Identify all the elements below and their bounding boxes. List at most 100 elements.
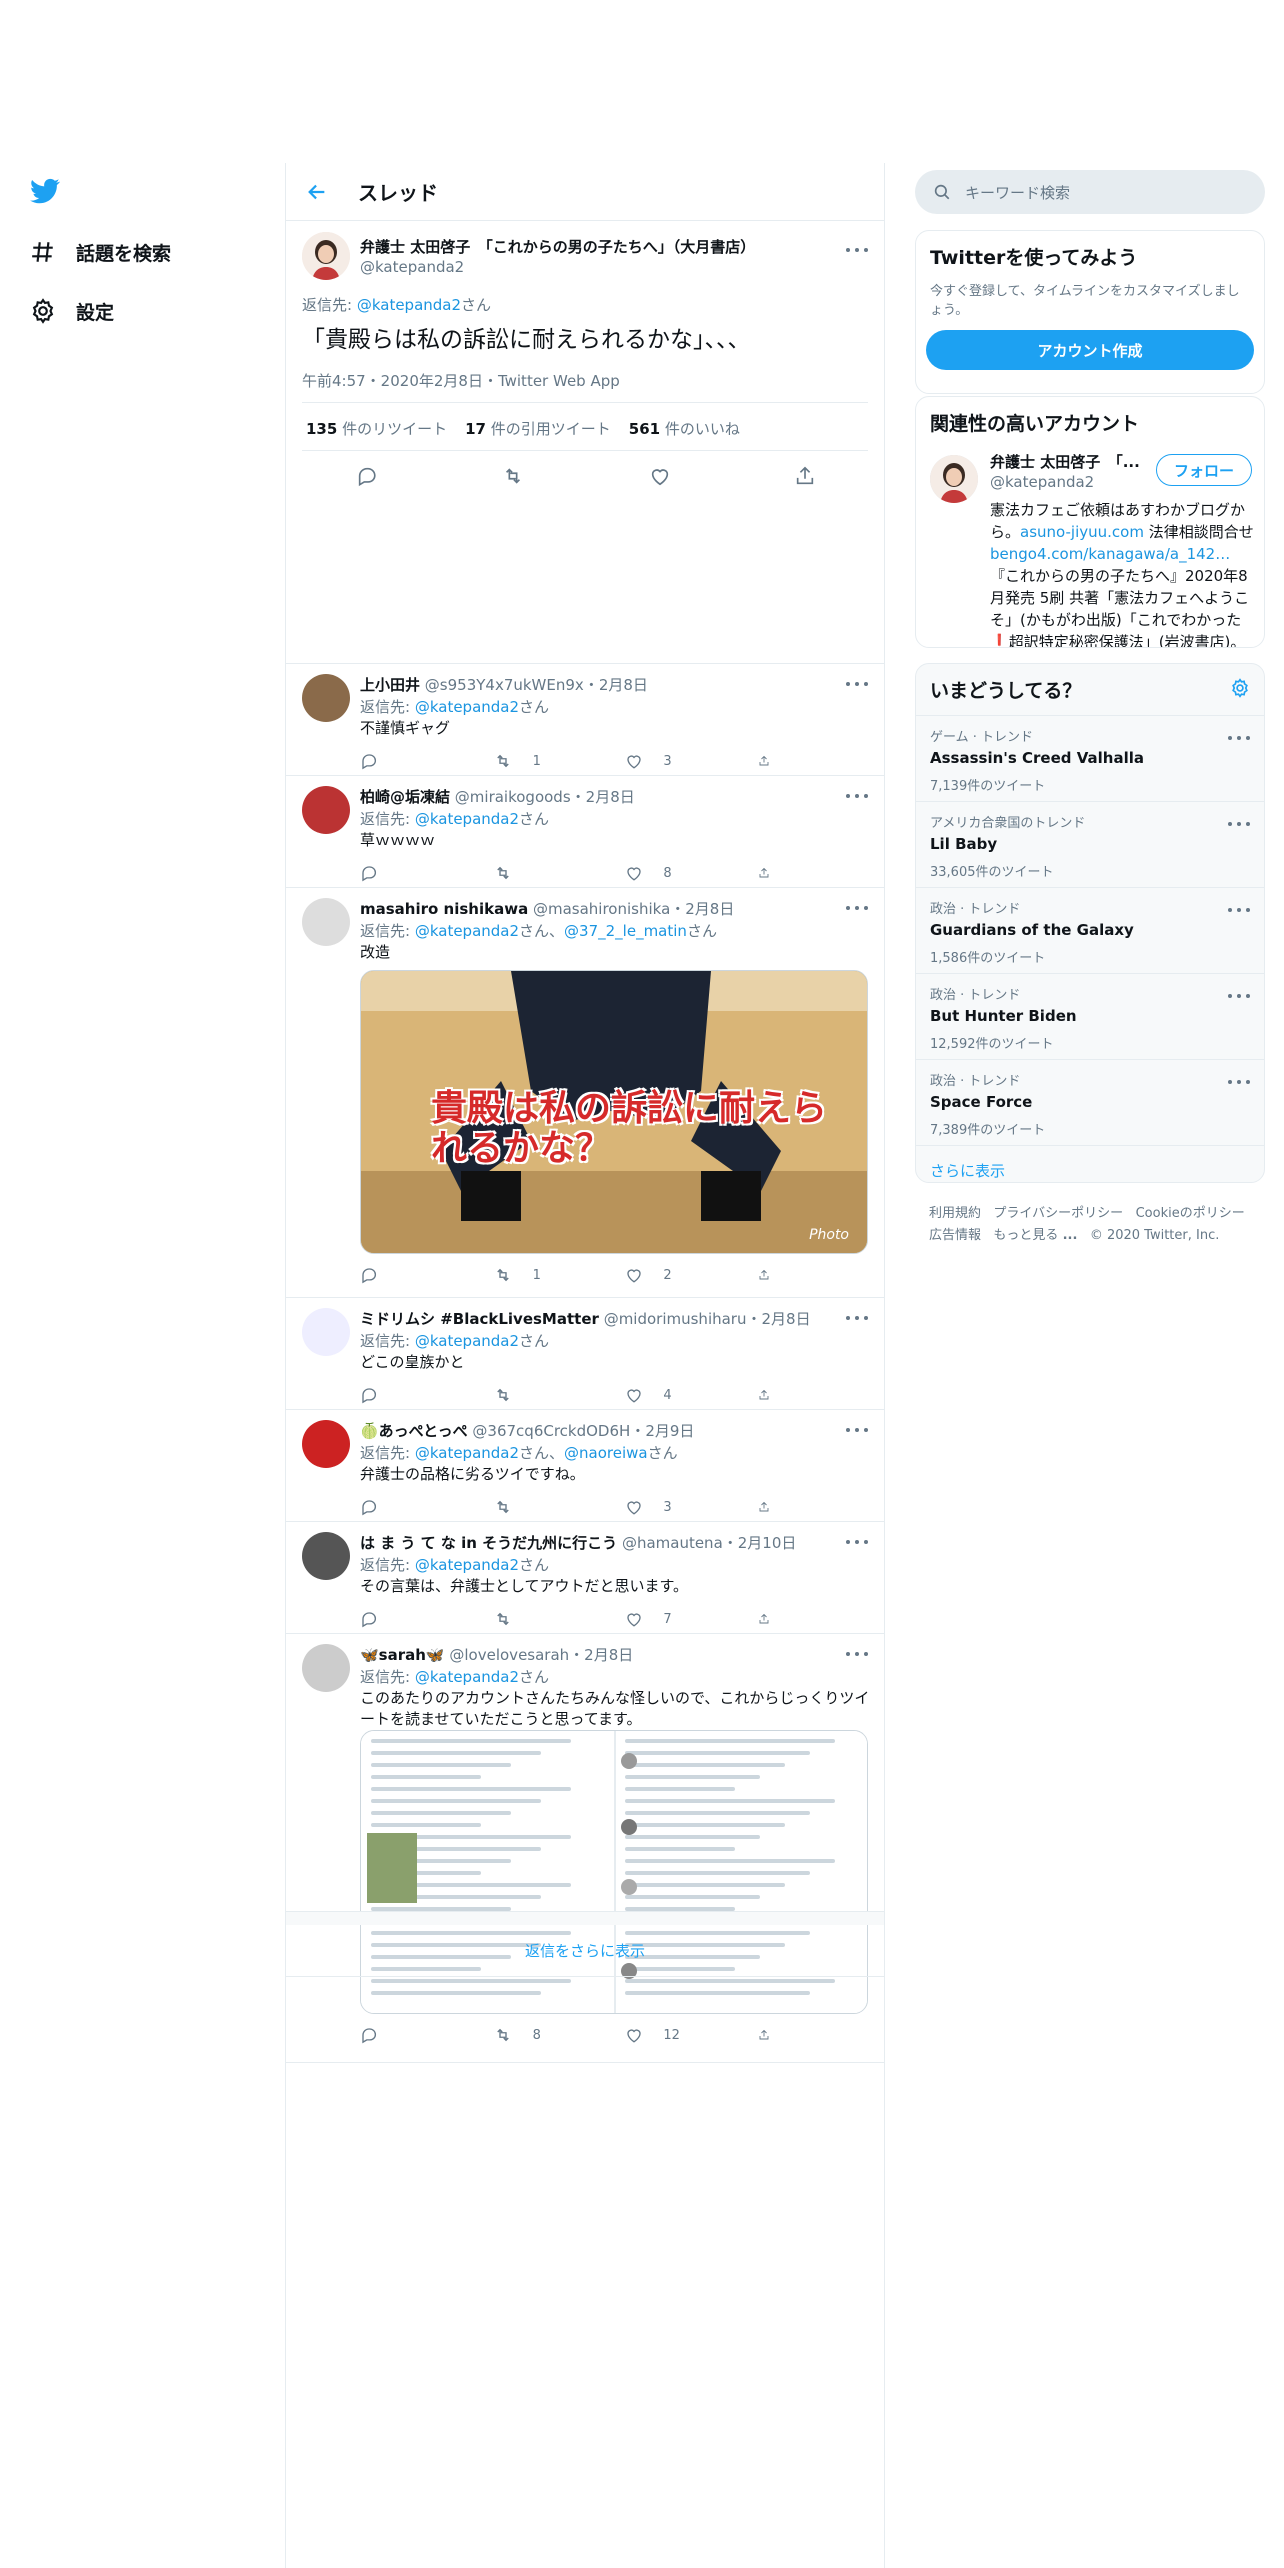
share-icon[interactable] (758, 1386, 780, 1404)
retweet-button[interactable]: 8 (493, 2026, 583, 2044)
more-options-icon[interactable] (846, 676, 868, 692)
create-account-button[interactable]: アカウント作成 (926, 330, 1254, 370)
reply-to-link[interactable]: @katepanda2 (357, 296, 461, 314)
reply-date[interactable]: ・2月8日 (670, 900, 734, 918)
related-account-name[interactable]: 弁護士 太田啓子 「... (990, 451, 1140, 472)
share-icon[interactable] (794, 465, 816, 491)
like-button[interactable]: 2 (625, 1266, 715, 1284)
reply-icon[interactable] (360, 1266, 450, 1284)
share-icon[interactable] (758, 1266, 780, 1284)
show-more-trends-link[interactable]: さらに表示 (916, 1145, 1264, 1182)
more-options-icon[interactable] (846, 242, 868, 258)
like-button[interactable]: 7 (625, 1610, 715, 1628)
reply-author-name[interactable]: 🍈あっぺとっぺ (360, 1422, 468, 1440)
reply-to-link[interactable]: @katepanda2 (415, 698, 519, 716)
share-icon[interactable] (758, 1610, 780, 1628)
more-options-icon[interactable] (846, 1422, 868, 1438)
reply-tweet[interactable]: masahiro nishikawa @masahironishika・2月8日… (286, 888, 884, 1298)
reply-date[interactable]: ・2月8日 (571, 788, 635, 806)
search-box[interactable]: キーワード検索 (915, 170, 1265, 214)
avatar[interactable] (302, 1308, 350, 1356)
back-arrow-icon[interactable] (302, 177, 332, 207)
reply-tweet[interactable]: ミドリムシ #BlackLivesMatter @midorimushiharu… (286, 1298, 884, 1410)
nav-explore[interactable]: 話題を検索 (28, 232, 171, 272)
reply-author-name[interactable]: 柏崎@垢凍結 (360, 788, 450, 806)
bio-link[interactable]: bengo4.com/kanagawa/a_142… (990, 545, 1230, 563)
reply-icon[interactable] (356, 465, 378, 491)
tweet-image[interactable]: 貴殿は私の訴訟に耐えられるかな？ Photo (360, 970, 868, 1254)
reply-date[interactable]: ・2月10日 (723, 1534, 797, 1552)
retweet-icon[interactable] (501, 465, 525, 491)
like-icon[interactable] (649, 465, 671, 491)
bio-link[interactable]: asuno-jiyuu.com (1020, 523, 1144, 541)
footer-terms-link[interactable]: 利用規約 (929, 1206, 981, 1221)
tweet-meta[interactable]: 午前4:57・2020年2月8日・Twitter Web App (302, 370, 620, 391)
tweet-author-name[interactable]: 弁護士 太田啓子 「これからの男の子たちへ」（大月書店） (360, 236, 755, 257)
share-icon[interactable] (758, 2026, 780, 2044)
reply-tweet[interactable]: 上小田井 @s953Y4x7ukWEn9x・2月8日 返信先: @katepand… (286, 664, 884, 776)
reply-tweet[interactable]: 柏崎@垢凍結 @miraikogoods・2月8日 返信先: @katepanda… (286, 776, 884, 888)
search-input[interactable]: キーワード検索 (965, 182, 1070, 203)
reply-author-name[interactable]: ミドリムシ #BlackLivesMatter (360, 1310, 599, 1328)
retweet-stat[interactable]: 135 件のリツイート (306, 418, 447, 439)
related-account-handle[interactable]: @katepanda2 (990, 473, 1094, 491)
retweet-button[interactable] (493, 864, 583, 882)
more-options-icon[interactable] (1228, 988, 1250, 1004)
avatar[interactable] (930, 455, 978, 503)
reply-author-name[interactable]: 上小田井 (360, 676, 420, 694)
twitter-logo-icon[interactable] (28, 176, 64, 212)
avatar[interactable] (302, 1644, 350, 1692)
retweet-button[interactable] (493, 1498, 583, 1516)
footer-privacy-link[interactable]: プライバシーポリシー (993, 1206, 1123, 1221)
avatar[interactable] (302, 1420, 350, 1468)
trend-item[interactable]: アメリカ合衆国のトレンド Lil Baby 33,605件のツイート (916, 801, 1264, 887)
avatar[interactable] (302, 232, 350, 280)
reply-author-name[interactable]: 🦋sarah🦋 (360, 1646, 445, 1664)
more-options-icon[interactable] (1228, 902, 1250, 918)
tweet-author-handle[interactable]: @katepanda2 (360, 258, 464, 276)
more-options-icon[interactable] (846, 788, 868, 804)
reply-author-handle[interactable]: @s953Y4x7ukWEn9x (425, 676, 584, 694)
trend-item[interactable]: 政治 · トレンド Guardians of the Galaxy 1,586件… (916, 887, 1264, 973)
trend-item[interactable]: 政治 · トレンド Space Force 7,389件のツイート (916, 1059, 1264, 1145)
reply-tweet[interactable]: 🦋sarah🦋 @lovelovesarah・2月8日 返信先: @katepan… (286, 1634, 884, 2063)
share-icon[interactable] (758, 752, 780, 770)
retweet-button[interactable] (493, 1386, 583, 1404)
reply-icon[interactable] (360, 752, 450, 770)
show-more-replies-button[interactable]: 返信をさらに表示 (286, 1925, 884, 1977)
avatar[interactable] (302, 786, 350, 834)
reply-date[interactable]: ・2月8日 (584, 676, 648, 694)
share-icon[interactable] (758, 1498, 780, 1516)
more-options-icon[interactable] (1228, 1074, 1250, 1090)
more-options-icon[interactable] (846, 1646, 868, 1662)
reply-to-link[interactable]: @katepanda2 (415, 810, 519, 828)
like-button[interactable]: 3 (625, 1498, 715, 1516)
retweet-button[interactable]: 1 (493, 752, 583, 770)
share-icon[interactable] (758, 864, 780, 882)
footer-more-link[interactable]: もっと見る ... (993, 1228, 1077, 1243)
more-options-icon[interactable] (846, 900, 868, 916)
reply-to-link[interactable]: @katepanda2 (415, 1332, 519, 1350)
more-options-icon[interactable] (1228, 730, 1250, 746)
settings-gear-icon[interactable] (1230, 678, 1250, 702)
quote-stat[interactable]: 17 件の引用ツイート (465, 418, 611, 439)
like-button[interactable]: 12 (625, 2026, 715, 2044)
reply-date[interactable]: ・2月9日 (630, 1422, 694, 1440)
like-stat[interactable]: 561 件のいいね (629, 418, 740, 439)
footer-cookie-link[interactable]: Cookieのポリシー (1136, 1206, 1245, 1221)
more-options-icon[interactable] (1228, 816, 1250, 832)
reply-author-handle[interactable]: @miraikogoods (455, 788, 571, 806)
reply-tweet[interactable]: 🍈あっぺとっぺ @367cq6CrckdOD6H・2月9日 返信先: @katep… (286, 1410, 884, 1522)
follow-button[interactable]: フォロー (1156, 454, 1252, 486)
reply-icon[interactable] (360, 1386, 450, 1404)
trend-item[interactable]: 政治 · トレンド But Hunter Biden 12,592件のツイート (916, 973, 1264, 1059)
reply-icon[interactable] (360, 864, 450, 882)
reply-author-handle[interactable]: @lovelovesarah (449, 1646, 569, 1664)
like-button[interactable]: 4 (625, 1386, 715, 1404)
reply-author-handle[interactable]: @midorimushiharu (604, 1310, 747, 1328)
more-options-icon[interactable] (846, 1534, 868, 1550)
reply-date[interactable]: ・2月8日 (746, 1310, 810, 1328)
reply-to-link[interactable]: @37_2_le_matin (564, 922, 687, 940)
reply-to-link[interactable]: @naoreiwa (564, 1444, 648, 1462)
reply-to-link[interactable]: @katepanda2 (415, 1444, 519, 1462)
